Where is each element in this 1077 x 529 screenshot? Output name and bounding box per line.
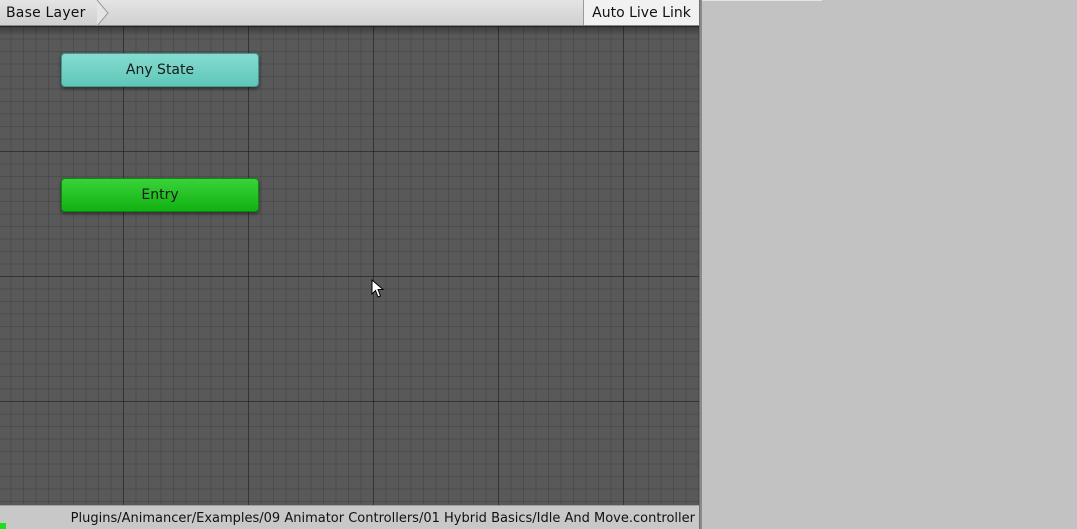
mouse-pointer-icon xyxy=(371,279,385,298)
chevron-right-icon xyxy=(96,0,109,26)
status-bar: Plugins/Animancer/Examples/09 Animator C… xyxy=(0,505,699,529)
state-node-entry[interactable]: Entry xyxy=(61,178,259,212)
animator-toolbar: Base Layer Auto Live Link xyxy=(0,0,699,26)
state-machine-canvas[interactable]: Any State Entry xyxy=(0,26,699,505)
state-node-label: Any State xyxy=(125,62,195,78)
breadcrumb-base-layer[interactable]: Base Layer xyxy=(0,0,100,26)
animator-graph-panel: Base Layer Auto Live Link Any State Entr… xyxy=(0,0,699,529)
state-node-any-state[interactable]: Any State xyxy=(61,53,259,87)
state-node-label: Entry xyxy=(141,187,179,203)
inspector-panel xyxy=(702,0,1077,529)
animator-window: Base Layer Auto Live Link Any State Entr… xyxy=(0,0,1077,529)
controller-path: Plugins/Animancer/Examples/09 Animator C… xyxy=(70,510,695,526)
inspector-tab-strip xyxy=(702,0,822,1)
auto-live-link-button[interactable]: Auto Live Link xyxy=(583,0,699,25)
live-link-indicator xyxy=(0,523,6,529)
